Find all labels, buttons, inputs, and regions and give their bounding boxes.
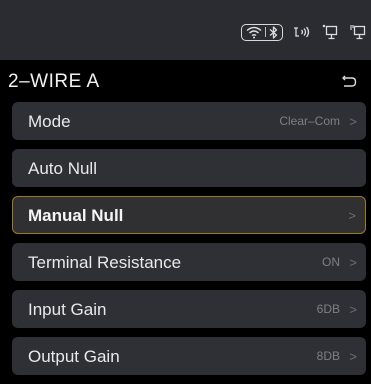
item-label: Manual Null	[28, 206, 124, 225]
nfc-icon	[293, 25, 311, 39]
chevron-right-icon: >	[349, 349, 357, 364]
menu-item-mode[interactable]: Mode Clear–Com >	[12, 102, 366, 140]
menu-item-terminal-resistance[interactable]: Terminal Resistance ON >	[12, 243, 366, 281]
chevron-right-icon: >	[349, 302, 357, 317]
chevron-right-icon: >	[349, 255, 357, 270]
item-label: Input Gain	[28, 300, 107, 319]
badge-divider	[265, 27, 266, 37]
chevron-right-icon: >	[349, 114, 357, 129]
wifi-icon	[246, 26, 262, 39]
item-value: 6DB	[316, 302, 340, 316]
status-icons	[241, 20, 367, 44]
item-label: Mode	[28, 112, 71, 131]
page-header: 2–WIRE A	[0, 62, 371, 100]
status-bar	[0, 0, 371, 60]
menu-item-output-gain[interactable]: Output Gain 8DB >	[12, 337, 366, 375]
menu-item-input-gain[interactable]: Input Gain 6DB >	[12, 290, 366, 328]
item-value: ON	[322, 255, 340, 269]
item-value: 8DB	[316, 349, 340, 363]
item-label: Terminal Resistance	[28, 253, 182, 272]
item-label: Output Gain	[28, 347, 120, 366]
bluetooth-icon	[269, 25, 278, 39]
item-value: Clear–Com	[279, 114, 340, 128]
chevron-right-icon: >	[348, 208, 356, 223]
back-icon[interactable]	[342, 74, 357, 93]
ethernet-port-icon	[349, 23, 367, 41]
page-title: 2–WIRE A	[8, 71, 100, 92]
network-port-icon	[321, 23, 339, 41]
wireless-status-badge	[241, 23, 283, 41]
item-label: Auto Null	[28, 159, 97, 178]
menu-item-manual-null[interactable]: Manual Null >	[12, 196, 366, 234]
menu-item-auto-null[interactable]: Auto Null	[12, 149, 366, 187]
settings-menu: Mode Clear–Com > Auto Null Manual Null >…	[12, 102, 366, 384]
